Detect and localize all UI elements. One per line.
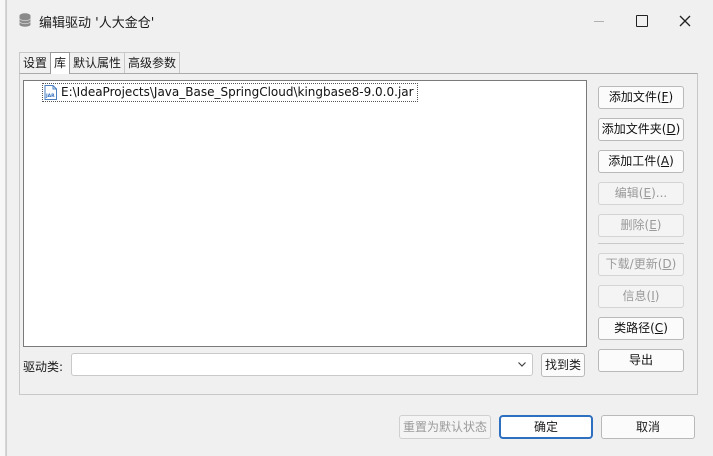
minimize-button[interactable] — [579, 6, 619, 36]
list-item[interactable]: JAR E:\IdeaProjects\Java_Base_SpringClou… — [42, 83, 418, 102]
tab-strip: 设置 库 默认属性 高级参数 — [19, 52, 181, 74]
driver-class-combobox[interactable] — [71, 353, 533, 376]
classpath-suffix: ) — [663, 321, 668, 335]
title-bar: 编辑驱动 '人大金仓' — [7, 0, 713, 40]
info-suffix: ) — [654, 289, 660, 303]
delete-mnemonic: E — [649, 218, 657, 232]
download-mnemonic: D — [662, 257, 672, 271]
chevron-down-icon[interactable] — [517, 359, 527, 369]
ok-button[interactable]: 确定 — [499, 415, 593, 439]
close-button[interactable] — [665, 6, 705, 36]
library-path: E:\IdeaProjects\Java_Base_SpringCloud\ki… — [61, 85, 414, 99]
edit-button[interactable]: 编辑(E)... — [598, 182, 684, 205]
tab-settings[interactable]: 设置 — [19, 52, 52, 73]
add-folder-button[interactable]: 添加文件夹(D) — [598, 118, 684, 141]
minimize-icon — [594, 20, 604, 22]
info-label: 信息( — [622, 289, 652, 303]
driver-class-label: 驱动类: — [23, 360, 64, 374]
add-artifact-suffix: ) — [669, 154, 674, 168]
edit-suffix: )... — [651, 186, 668, 200]
classpath-label: 类路径( — [614, 321, 655, 335]
export-button[interactable]: 导出 — [598, 349, 684, 372]
window-title: 编辑驱动 '人大金仓' — [39, 16, 155, 31]
add-folder-label: 添加文件夹( — [601, 122, 667, 136]
download-suffix: ) — [671, 257, 677, 271]
download-update-button[interactable]: 下载/更新(D) — [598, 253, 684, 276]
info-button[interactable]: 信息(I) — [598, 285, 684, 308]
classpath-button[interactable]: 类路径(C) — [598, 317, 684, 340]
add-artifact-mnemonic: A — [660, 154, 670, 168]
tab-default-properties[interactable]: 默认属性 — [69, 52, 126, 73]
add-folder-suffix: ) — [675, 122, 681, 136]
jar-icon: JAR — [44, 85, 57, 100]
download-label: 下载/更新( — [605, 257, 663, 271]
close-icon — [679, 15, 691, 27]
edit-mnemonic: E — [643, 186, 652, 200]
classpath-mnemonic: C — [654, 321, 664, 335]
maximize-button[interactable] — [622, 6, 662, 36]
reset-to-default-button[interactable]: 重置为默认状态 — [399, 415, 491, 439]
add-file-suffix: ) — [668, 90, 674, 104]
svg-text:JAR: JAR — [45, 93, 55, 99]
edit-driver-dialog: 编辑驱动 '人大金仓' 设置 库 默认属性 高级参数 JAR E:\IdeaPr… — [6, 0, 713, 456]
find-class-button[interactable]: 找到类 — [541, 353, 585, 377]
library-list[interactable]: JAR E:\IdeaProjects\Java_Base_SpringClou… — [23, 80, 587, 347]
database-icon — [19, 13, 31, 27]
delete-suffix: ) — [656, 218, 662, 232]
add-file-button[interactable]: 添加文件(F) — [598, 86, 684, 109]
tab-advanced-parameters[interactable]: 高级参数 — [124, 52, 181, 73]
maximize-icon — [636, 15, 648, 27]
edit-label: 编辑( — [614, 186, 644, 200]
cancel-button[interactable]: 取消 — [601, 415, 695, 439]
add-artifact-button[interactable]: 添加工件(A) — [598, 150, 684, 173]
delete-button[interactable]: 删除(E) — [598, 214, 684, 237]
add-file-label: 添加文件( — [608, 90, 662, 104]
tab-libraries[interactable]: 库 — [50, 52, 71, 74]
button-separator — [598, 243, 684, 244]
delete-label: 删除( — [620, 218, 650, 232]
add-folder-mnemonic: D — [666, 122, 676, 136]
add-artifact-label: 添加工件( — [608, 154, 661, 168]
